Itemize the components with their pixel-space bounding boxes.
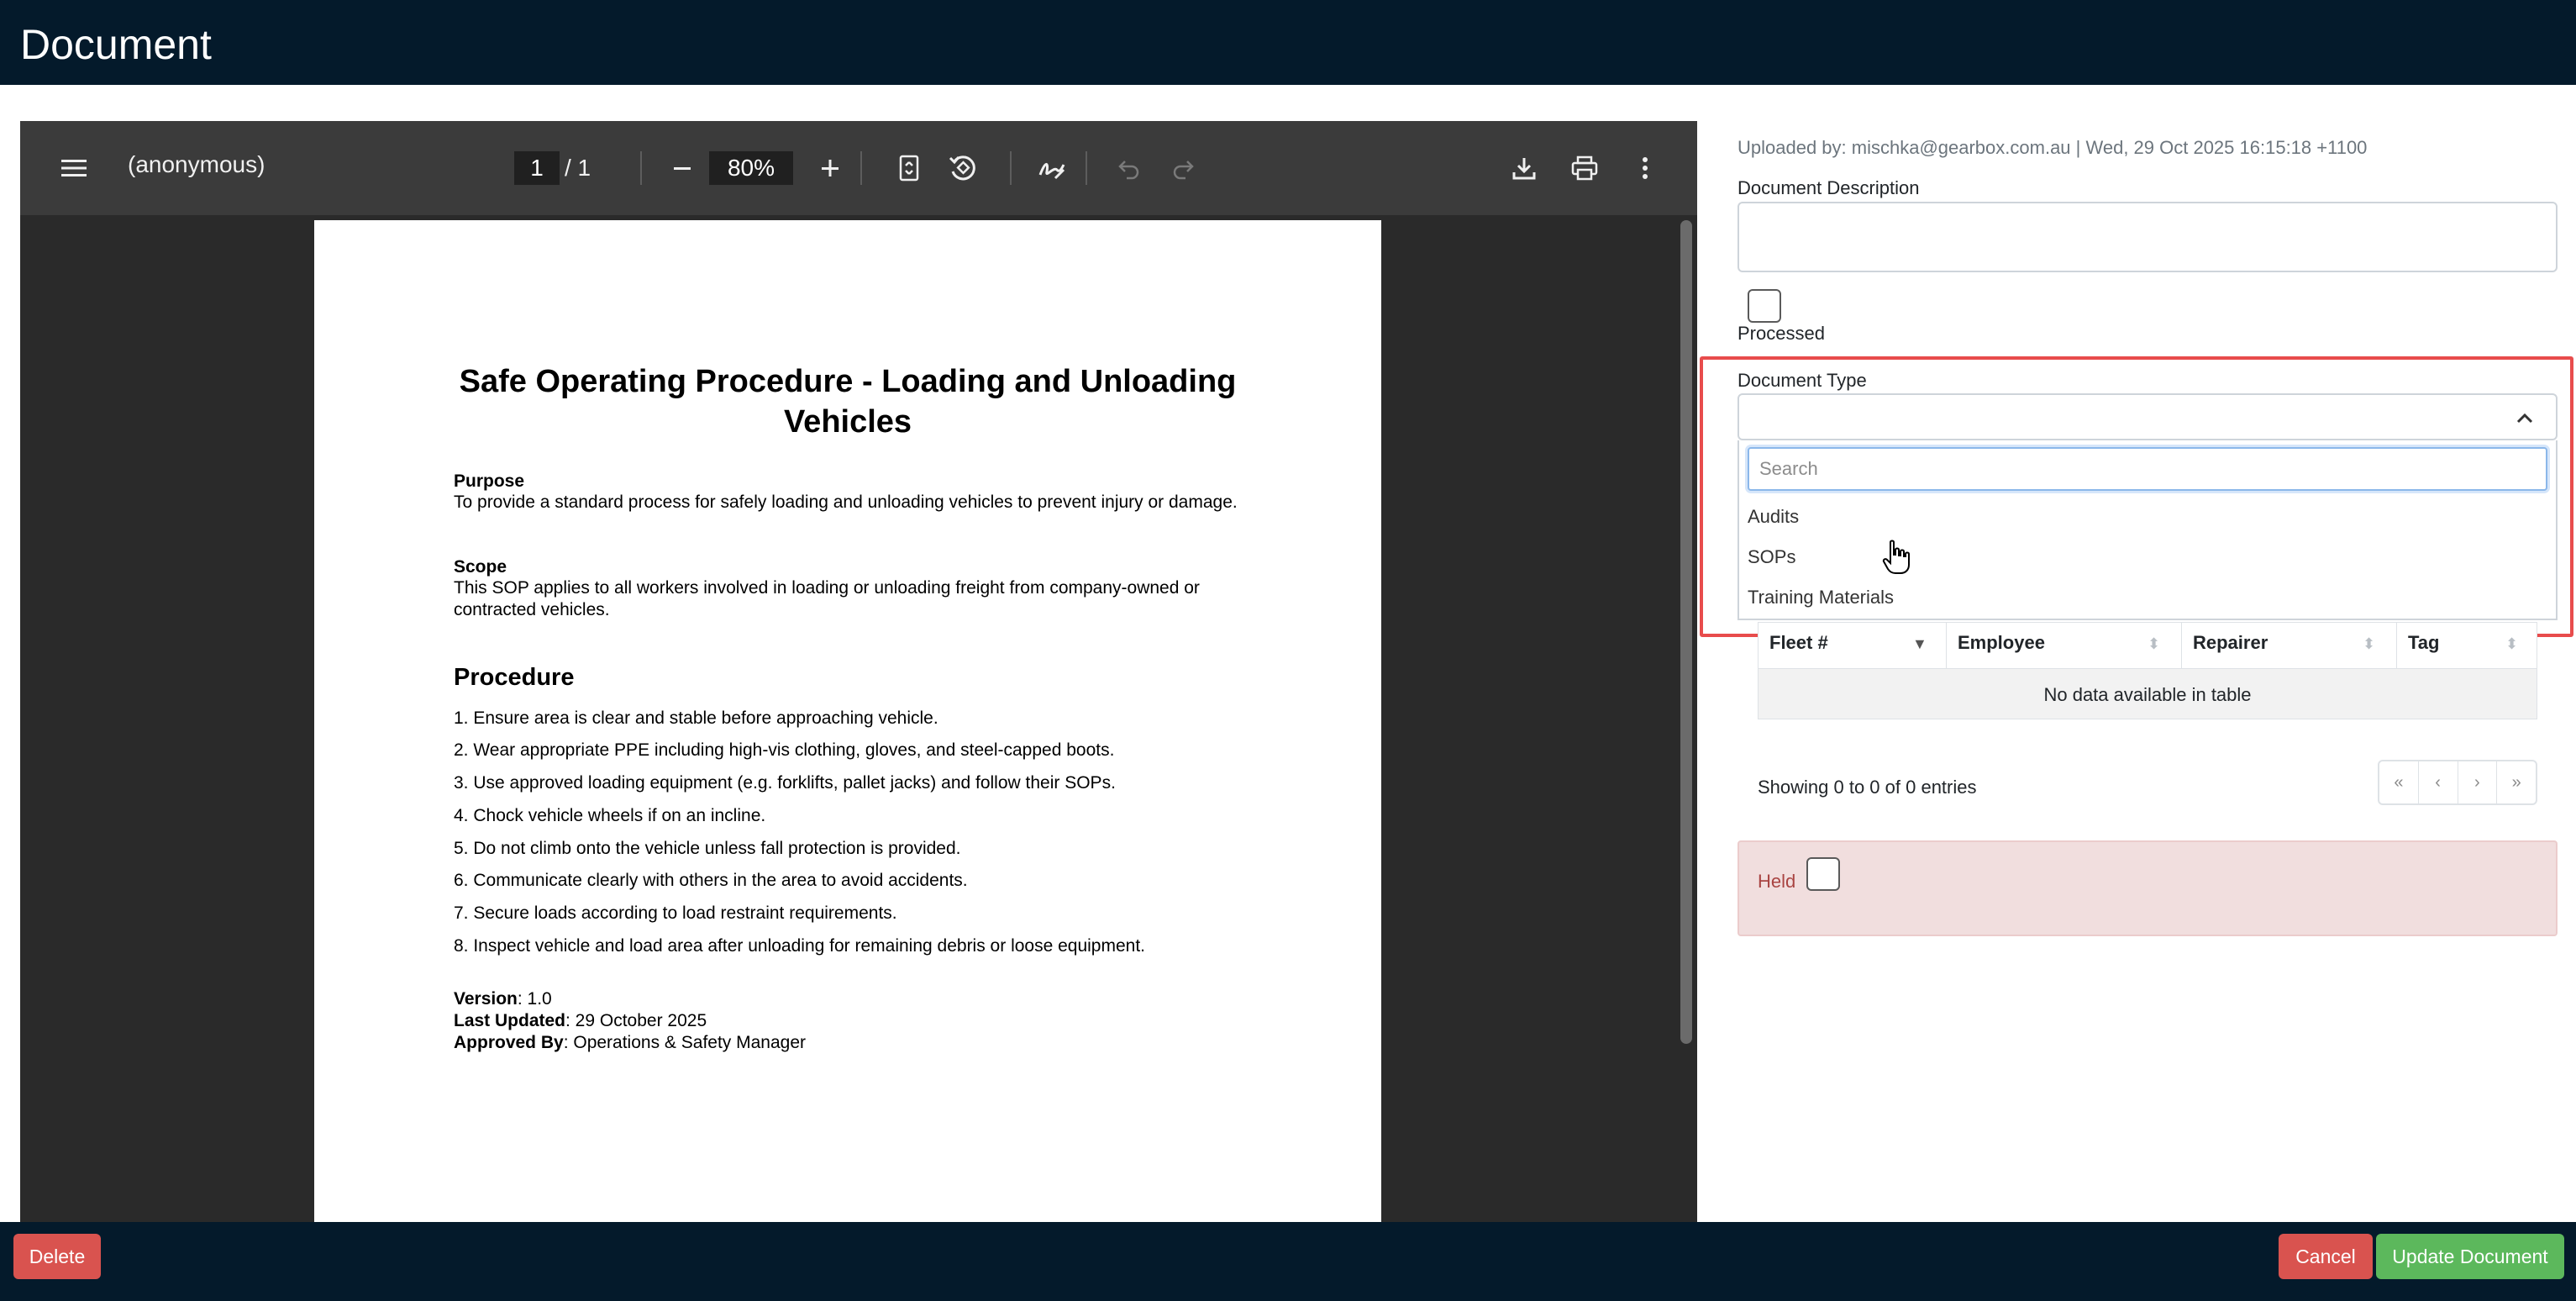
procedure-step: 2. Wear appropriate PPE including high-v… — [454, 740, 1115, 760]
purpose-text: To provide a standard process for safely… — [454, 492, 1238, 512]
column-tag[interactable]: Tag — [2408, 632, 2439, 654]
dropdown-search-input[interactable]: Search — [1748, 447, 2547, 491]
chevron-up-icon[interactable] — [2516, 405, 2534, 431]
column-divider — [1946, 622, 1947, 669]
column-fleet[interactable]: Fleet # — [1769, 632, 1828, 654]
column-divider — [2181, 622, 2182, 669]
held-panel — [1737, 840, 2558, 936]
updated-line: Last Updated: 29 October 2025 — [454, 1010, 1260, 1032]
scope-heading: Scope — [454, 557, 507, 577]
approved-value: : Operations & Safety Manager — [563, 1033, 807, 1052]
procedure-step: 8. Inspect vehicle and load area after u… — [454, 936, 1146, 956]
column-employee[interactable]: Employee — [1958, 632, 2045, 654]
version-line: Version: 1.0 — [454, 988, 1260, 1010]
column-divider — [2396, 622, 2397, 669]
print-icon[interactable] — [1568, 151, 1601, 185]
sort-desc-icon[interactable]: ▼ — [1912, 635, 1927, 653]
page-number-input[interactable]: 1 — [514, 151, 560, 185]
updated-label: Last Updated — [454, 1011, 566, 1030]
cancel-button[interactable]: Cancel — [2279, 1234, 2373, 1279]
footer-bar — [0, 1222, 2576, 1301]
processed-label: Processed — [1737, 323, 1825, 344]
sort-icon[interactable]: ⬍ — [2505, 635, 2518, 653]
procedure-step: 3. Use approved loading equipment (e.g. … — [454, 773, 1116, 793]
delete-button[interactable]: Delete — [13, 1234, 101, 1279]
sort-icon[interactable]: ⬍ — [2148, 635, 2160, 653]
toolbar-divider — [1010, 151, 1012, 185]
redo-icon[interactable] — [1166, 151, 1200, 185]
procedure-step: 6. Communicate clearly with others in th… — [454, 871, 968, 890]
zoom-out-icon[interactable] — [665, 151, 699, 185]
purpose-heading: Purpose — [454, 471, 525, 491]
page-total: / 1 — [565, 155, 591, 181]
version-value: : 1.0 — [517, 989, 552, 1009]
scope-text: This SOP applies to all workers involved… — [454, 578, 1200, 619]
uploaded-by-info: Uploaded by: mischka@gearbox.com.au | We… — [1737, 137, 2368, 158]
option-sops[interactable]: SOPs — [1748, 546, 1795, 568]
hand-cursor-icon — [1882, 540, 1911, 575]
page-first-button[interactable]: « — [2379, 761, 2419, 803]
draw-icon[interactable] — [1033, 150, 1070, 187]
menu-icon[interactable] — [57, 151, 91, 185]
rotate-icon[interactable] — [944, 150, 981, 187]
description-label: Document Description — [1737, 177, 1920, 198]
held-checkbox[interactable] — [1806, 857, 1840, 891]
pdf-page: Safe Operating Procedure - Loading and U… — [314, 220, 1381, 1222]
page-prev-button[interactable]: ‹ — [2419, 761, 2458, 803]
page-title: Document — [20, 21, 212, 68]
description-textarea[interactable] — [1737, 202, 2558, 272]
procedure-step: 4. Chock vehicle wheels if on an incline… — [454, 806, 766, 825]
undo-icon[interactable] — [1112, 151, 1146, 185]
held-label: Held — [1758, 871, 1796, 892]
procedure-step: 5. Do not climb onto the vehicle unless … — [454, 839, 961, 858]
table-empty-text: No data available in table — [2043, 684, 2252, 705]
procedure-step: 1. Ensure area is clear and stable befor… — [454, 708, 938, 728]
pagination: « ‹ › » — [2378, 760, 2537, 805]
option-training-materials[interactable]: Training Materials — [1748, 587, 1894, 608]
update-document-button[interactable]: Update Document — [2376, 1234, 2564, 1279]
procedure-heading: Procedure — [454, 664, 575, 691]
column-repairer[interactable]: Repairer — [2193, 632, 2268, 654]
toolbar-divider — [1086, 151, 1087, 185]
pdf-scrollbar-thumb[interactable] — [1680, 220, 1692, 1044]
toolbar-divider — [860, 151, 862, 185]
page-next-button[interactable]: › — [2458, 761, 2498, 803]
zoom-in-icon[interactable] — [813, 151, 847, 185]
document-type-label: Document Type — [1737, 370, 1867, 391]
table-info: Showing 0 to 0 of 0 entries — [1758, 777, 1977, 798]
zoom-level[interactable]: 80% — [709, 151, 793, 185]
approved-line: Approved By: Operations & Safety Manager — [454, 1032, 1260, 1054]
more-options-icon[interactable] — [1628, 151, 1662, 185]
fit-page-icon[interactable] — [892, 150, 926, 187]
document-type-select[interactable] — [1737, 393, 2558, 440]
option-audits[interactable]: Audits — [1748, 506, 1799, 528]
updated-value: : 29 October 2025 — [565, 1011, 707, 1030]
pdf-toolbar: (anonymous) 1 / 1 80% — [20, 121, 1697, 215]
sort-icon[interactable]: ⬍ — [2363, 635, 2375, 653]
pdf-document-name: (anonymous) — [128, 151, 265, 177]
pdf-doc-title: Safe Operating Procedure - Loading and U… — [459, 364, 1237, 440]
version-label: Version — [454, 989, 518, 1009]
procedure-step: 7. Secure loads according to load restra… — [454, 903, 897, 923]
pdf-viewer: (anonymous) 1 / 1 80% Safe Operating Pro… — [20, 121, 1697, 1222]
page-last-button[interactable]: » — [2497, 761, 2536, 803]
toolbar-divider — [640, 151, 642, 185]
processed-checkbox[interactable] — [1748, 289, 1781, 323]
header-bar: Document — [0, 0, 2576, 85]
download-icon[interactable] — [1507, 151, 1541, 185]
approved-label: Approved By — [454, 1033, 564, 1052]
